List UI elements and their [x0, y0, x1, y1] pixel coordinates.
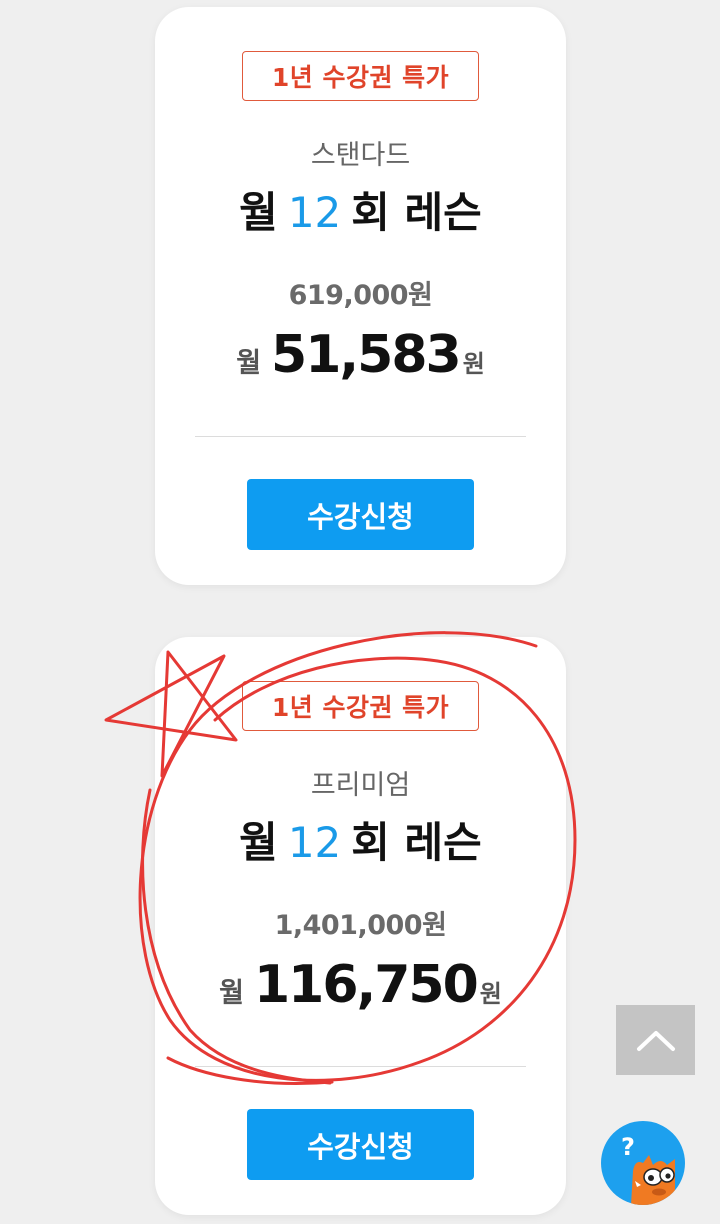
monthly-prefix: 월: [219, 978, 244, 1009]
plan-name: 스탠다드: [310, 140, 411, 171]
plan-card-standard: 1년 수강권 특가 스탠다드 월 12 회 레슨 619,000원 월 51,583…: [155, 7, 566, 585]
lesson-prefix: 월: [239, 188, 278, 237]
lesson-suffix: 회 레슨: [351, 188, 482, 237]
question-mark-icon: ?: [621, 1133, 635, 1161]
divider: [195, 436, 526, 437]
lesson-frequency: 월 12 회 레슨: [155, 179, 566, 240]
lesson-prefix: 월: [239, 818, 278, 867]
lesson-suffix: 회 레슨: [351, 818, 482, 867]
monthly-price: 월 116,750 원: [155, 955, 566, 1015]
promo-badge: 1년 수강권 특가: [242, 51, 479, 101]
monthly-amount: 51,583: [271, 325, 462, 385]
monthly-prefix: 월: [236, 348, 262, 379]
help-mascot-button[interactable]: ?: [601, 1121, 685, 1205]
pricing-page: 1년 수강권 특가 스탠다드 월 12 회 레슨 619,000원 월 51,583…: [0, 0, 720, 1224]
plan-name: 프리미엄: [310, 770, 411, 801]
total-price: 1,401,000원: [274, 910, 447, 941]
monthly-amount: 116,750: [253, 955, 479, 1015]
monthly-suffix: 원: [462, 350, 485, 378]
monthly-suffix: 원: [479, 980, 502, 1008]
scroll-top-button[interactable]: [616, 1005, 695, 1075]
monthly-price: 월 51,583 원: [155, 325, 566, 385]
apply-button[interactable]: 수강신청: [247, 479, 474, 550]
lesson-frequency: 월 12 회 레슨: [155, 809, 566, 870]
chevron-up-icon: [636, 1031, 675, 1051]
mascot-icon: ?: [621, 1133, 675, 1205]
lesson-count: 12: [287, 188, 342, 237]
promo-badge: 1년 수강권 특가: [242, 681, 479, 731]
apply-button[interactable]: 수강신청: [247, 1109, 474, 1180]
lesson-count: 12: [287, 818, 342, 867]
divider: [195, 1066, 526, 1067]
plan-card-premium: 1년 수강권 특가 프리미엄 월 12 회 레슨 1,401,000원 월 116,…: [155, 637, 566, 1215]
total-price: 619,000원: [288, 280, 433, 311]
